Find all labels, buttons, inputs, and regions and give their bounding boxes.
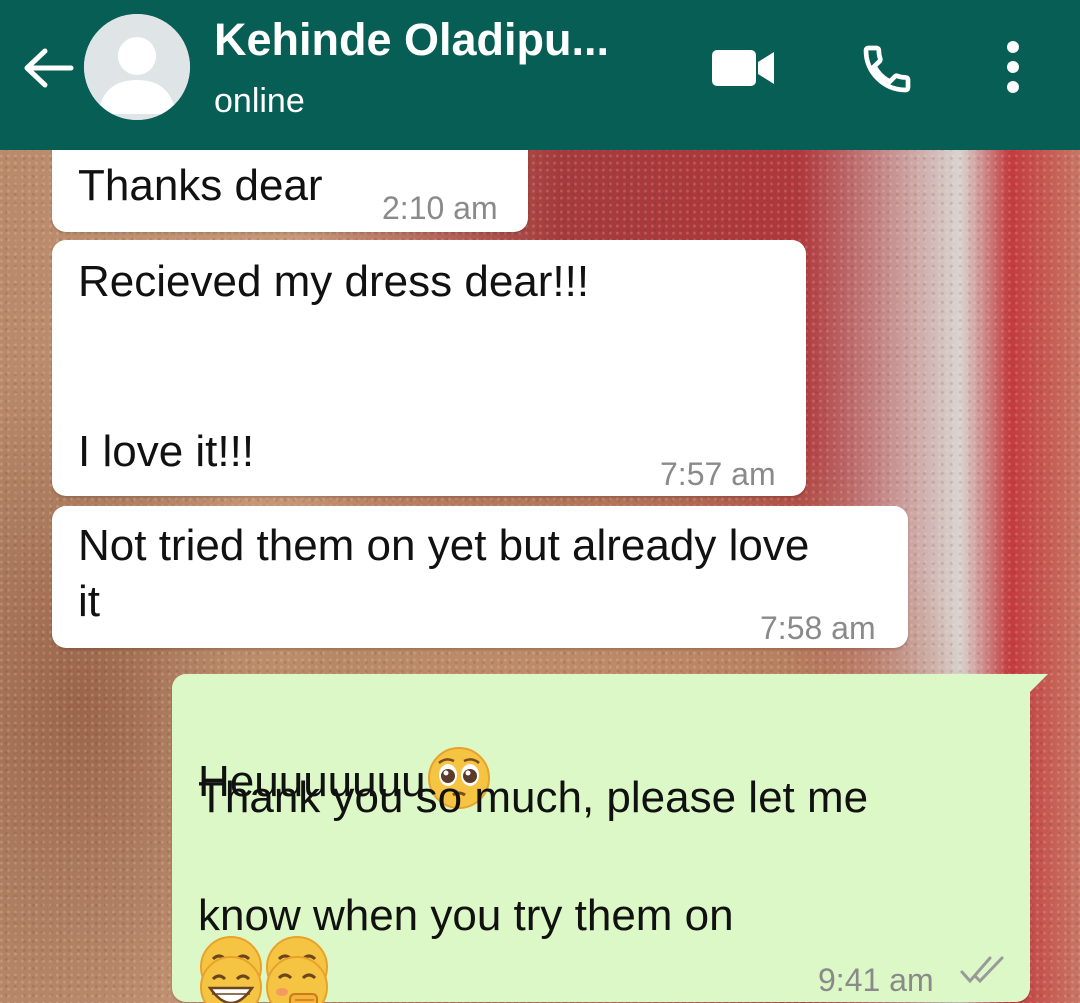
chat-header: Kehinde Oladipu... online	[0, 0, 1080, 150]
arrow-left-icon	[24, 48, 74, 88]
message-bubble-incoming[interactable]: Thanks dear 2:10 am	[52, 140, 528, 232]
grinning-face-emoji	[200, 956, 262, 1003]
message-time: 7:58 am	[760, 610, 876, 646]
message-text-line: I love it!!!	[78, 427, 255, 476]
message-bubble-incoming[interactable]: Not tried them on yet but already love i…	[52, 506, 908, 648]
more-vertical-icon	[1007, 41, 1019, 93]
message-line-2: Thank you so much, please let me	[198, 773, 869, 822]
message-time: 7:57 am	[660, 456, 776, 492]
contact-status: online	[214, 82, 305, 120]
default-avatar-icon	[84, 14, 190, 120]
video-call-icon	[712, 50, 774, 86]
back-button[interactable]	[18, 38, 78, 98]
bubble-tail	[1026, 674, 1048, 696]
message-text: Thanks dear	[78, 161, 323, 210]
hand-over-mouth-emoji	[266, 956, 328, 1003]
message-text-line: Recieved my dress dear!!!	[78, 257, 590, 306]
message-bubble-incoming[interactable]: Recieved my dress dear!!! I love it!!! 7…	[52, 240, 806, 496]
message-line-4	[198, 898, 330, 1003]
double-check-icon	[960, 956, 1004, 984]
message-text-line: Not tried them on yet but already love	[78, 521, 810, 570]
contact-avatar[interactable]	[84, 14, 190, 120]
voice-call-button[interactable]	[854, 36, 920, 102]
message-time: 2:10 am	[382, 190, 498, 226]
contact-name[interactable]: Kehinde Oladipu...	[214, 14, 609, 66]
phone-icon	[863, 45, 911, 93]
message-time: 9:41 am	[818, 962, 934, 998]
message-bubble-outgoing[interactable]: Heuuuuuuu Thank you so much, please let …	[172, 674, 1048, 1003]
message-text-line: it	[78, 577, 100, 626]
more-options-button[interactable]	[990, 34, 1036, 100]
video-call-button[interactable]	[708, 40, 778, 96]
